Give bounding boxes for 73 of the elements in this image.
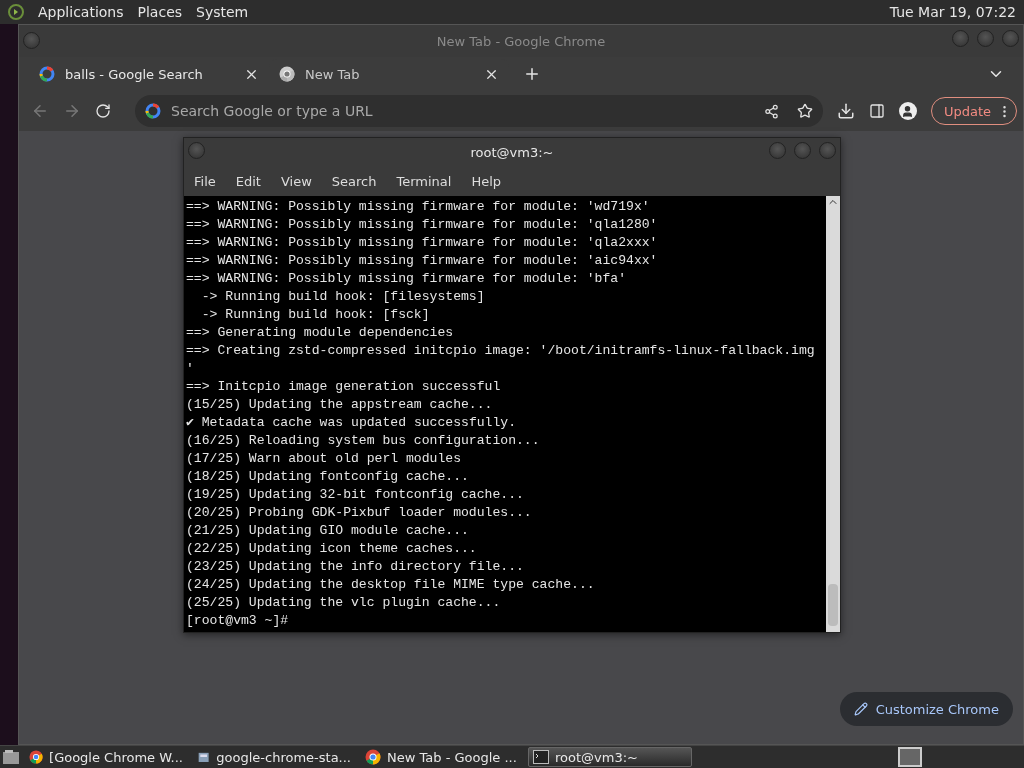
menu-item[interactable]: Edit	[235, 173, 261, 189]
terminal-line: ==> WARNING: Possibly missing firmware for module: 'qla2xxx'	[186, 234, 659, 252]
terminal-line: (24/25) Updating the desktop file MIME type cache...	[186, 576, 596, 594]
chrome-logo-icon	[29, 749, 44, 765]
terminal-line: ==> WARNING: Possibly missing firmware for module: 'qla1280'	[186, 216, 659, 234]
window-title: New Tab - Google Chrome	[436, 33, 606, 49]
terminal-line: (19/25) Updating 32-bit fontconfig cache...	[186, 486, 525, 504]
download-icon[interactable]	[836, 102, 855, 120]
terminal-line: (20/25) Probing GDK-Pixbuf loader modules...	[186, 504, 533, 522]
terminal-line: (15/25) Updating the appstream cache...	[186, 396, 494, 414]
window-menu-button[interactable]	[188, 142, 205, 159]
panel-menu[interactable]: System	[196, 4, 249, 20]
menu-item[interactable]: File	[194, 173, 216, 189]
customize-chrome-button[interactable]: Customize Chrome	[839, 692, 1013, 726]
terminal-line: (17/25) Warn about old perl modules	[186, 450, 462, 468]
window-title: root@vm3:~	[470, 144, 554, 160]
window-control-button[interactable]	[952, 30, 969, 47]
taskbar-item[interactable]: root@vm3:~	[528, 747, 692, 767]
terminal-line: [root@vm3 ~]#	[186, 612, 290, 630]
address-bar[interactable]: Search Google or type a URL	[135, 95, 823, 127]
terminal-line: ==> WARNING: Possibly missing firmware for module: 'bfa'	[186, 270, 628, 288]
terminal-line: (18/25) Updating fontconfig cache...	[186, 468, 470, 486]
terminal-icon	[533, 750, 549, 764]
google-logo-icon	[39, 66, 55, 82]
terminal-line: (21/25) Updating GIO module cache...	[186, 522, 470, 540]
chrome-logo-icon	[279, 66, 295, 82]
scrollbar[interactable]	[826, 196, 840, 632]
terminal-line: ✔ Metadata cache was updated successfully.	[186, 414, 518, 432]
new-tab-icon[interactable]	[523, 65, 541, 83]
terminal-line: (23/25) Updating the info directory file...	[186, 558, 525, 576]
terminal-line: ==> Creating zstd-compressed initcpio image: '/boot/initramfs-linux-fallback.img	[186, 342, 816, 360]
terminal-line: -> Running build hook: [fsck]	[200, 306, 431, 324]
workspace-switcher[interactable]	[898, 747, 922, 767]
taskbar-item[interactable]: New Tab - Google ...	[360, 747, 524, 767]
terminal-line: (25/25) Updating the vlc plugin cache...	[186, 594, 502, 612]
taskbar-item[interactable]: [Google Chrome W...	[24, 747, 188, 767]
terminal-line: ==> Initcpio image generation successful	[186, 378, 502, 396]
star-icon[interactable]	[796, 103, 813, 119]
window-control-button[interactable]	[977, 30, 994, 47]
pencil-icon	[853, 702, 868, 716]
menu-item[interactable]: View	[280, 173, 312, 189]
reload-icon[interactable]	[95, 103, 111, 119]
menu-item[interactable]: Help	[471, 173, 502, 189]
side-panel-icon[interactable]	[868, 103, 885, 119]
menu-item[interactable]: Search	[331, 173, 377, 189]
window-control-button[interactable]	[1002, 30, 1019, 47]
address-field[interactable]: Search Google or type a URL	[169, 102, 756, 120]
window-control-button[interactable]	[794, 142, 811, 159]
window-control-button[interactable]	[819, 142, 836, 159]
profile-icon[interactable]	[898, 102, 917, 120]
back-icon[interactable]	[31, 102, 49, 120]
panel-menu[interactable]: Applications	[38, 4, 124, 20]
window-menu-button[interactable]	[23, 32, 40, 49]
menu-item[interactable]: Terminal	[396, 173, 452, 189]
terminal-line: '	[186, 360, 195, 378]
window-control-button[interactable]	[769, 142, 786, 159]
terminal-line: ==> Generating module dependencies	[186, 324, 455, 342]
browser-tab[interactable]: balls - Google Search	[29, 59, 269, 89]
distro-logo-icon[interactable]	[8, 4, 24, 20]
panel-menu[interactable]: Places	[137, 4, 183, 20]
terminal-line: -> Running build hook: [filesystems]	[200, 288, 486, 306]
scroll-thumb[interactable]	[828, 584, 838, 626]
chrome-logo-icon	[365, 749, 381, 765]
terminal-line: ==> WARNING: Possibly missing firmware for module: 'wd719x'	[186, 198, 651, 216]
share-icon[interactable]	[763, 103, 779, 119]
forward-icon[interactable]	[63, 102, 81, 120]
terminal-line: (16/25) Reloading system bus configuration...	[186, 432, 541, 450]
terminal-line: ==> WARNING: Possibly missing firmware for module: 'aic94xx'	[186, 252, 659, 270]
terminal-line: (22/25) Updating icon theme caches...	[186, 540, 478, 558]
show-desktop-icon[interactable]	[2, 749, 20, 765]
google-logo-icon	[145, 103, 161, 119]
clock[interactable]: Tue Mar 19, 07:22	[889, 4, 1016, 20]
taskbar-item[interactable]: google-chrome-sta...	[192, 747, 356, 767]
